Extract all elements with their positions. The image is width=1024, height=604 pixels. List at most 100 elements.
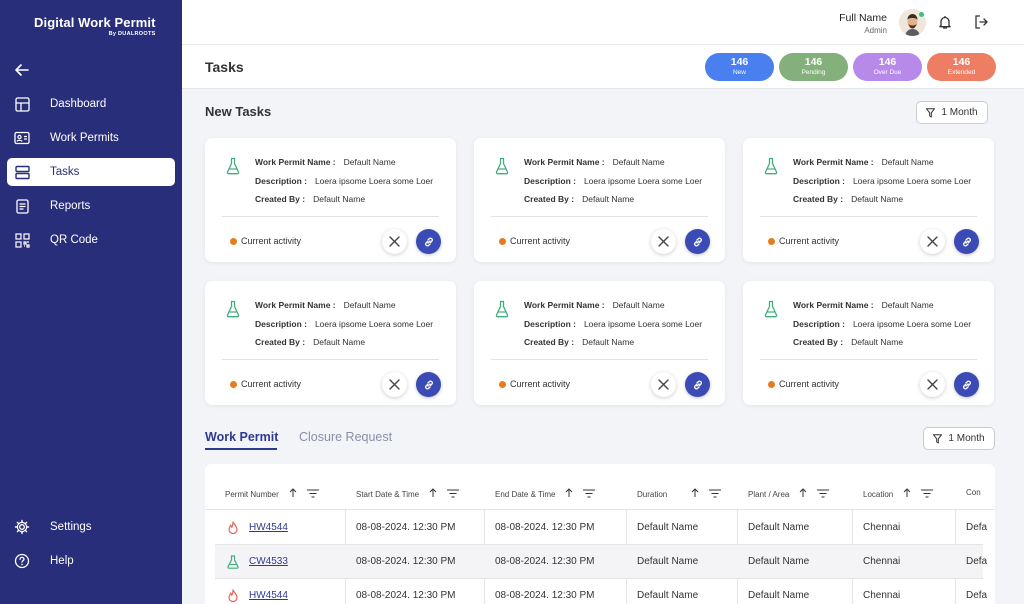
sidebar-item-reports[interactable]: Reports	[7, 192, 175, 220]
column-filter-icon[interactable]	[709, 489, 722, 500]
stat-pending-badge[interactable]: 146 Pending	[779, 53, 848, 81]
flask-icon	[764, 300, 778, 318]
description-label: Description :	[524, 176, 576, 186]
column-filter-icon[interactable]	[921, 489, 934, 500]
column-label: Plant / Area	[748, 489, 790, 499]
link-button[interactable]	[685, 229, 710, 254]
status-dot	[499, 380, 506, 388]
created-by-value: Default Name	[851, 337, 904, 347]
reject-button[interactable]	[382, 372, 407, 397]
card-divider	[491, 359, 708, 360]
column-filter-icon[interactable]	[306, 489, 319, 500]
stat-overdue-badge[interactable]: 146 Over Due	[853, 53, 922, 81]
link-icon	[693, 380, 702, 389]
card-divider	[760, 359, 977, 360]
card-divider	[222, 359, 439, 360]
filter-label: 1 Month	[948, 433, 985, 444]
con-cell: Defa	[966, 590, 988, 601]
table-row[interactable]: CW4533 08-08-2024. 12:30 PM 08-08-2024. …	[215, 545, 987, 579]
status-dot	[768, 380, 775, 388]
reject-button[interactable]	[920, 229, 945, 254]
description-value: Loera ipsome Loera some Loer	[852, 319, 972, 329]
flask-icon	[495, 300, 509, 318]
permit-number-link[interactable]: HW4544	[249, 522, 288, 533]
stat-label: Pending	[801, 69, 826, 76]
tab-closure-request[interactable]: Closure Request	[299, 430, 392, 444]
duration-cell: Default Name	[637, 590, 699, 601]
brand-subtitle: By DUALROOTS	[108, 31, 156, 37]
task-card: Work Permit Name : Default Name Descripti…	[205, 281, 456, 405]
reject-button[interactable]	[651, 229, 676, 254]
sort-arrow-icon[interactable]	[289, 488, 297, 500]
permit-name-value: Default Name	[343, 300, 396, 310]
reject-button[interactable]	[651, 372, 676, 397]
sidebar-item-work-permits[interactable]: Work Permits	[7, 124, 175, 152]
qr-code-icon	[14, 232, 30, 248]
reject-button[interactable]	[920, 372, 945, 397]
back-arrow-icon[interactable]	[13, 61, 31, 79]
user-name: Full Name	[839, 12, 887, 24]
column-label: Start Date & Time	[356, 489, 420, 499]
table-month-filter[interactable]: 1 Month	[923, 427, 995, 450]
activity-label: Current activity	[510, 379, 571, 389]
column-filter-icon[interactable]	[447, 489, 460, 500]
link-icon	[424, 237, 433, 246]
link-button[interactable]	[416, 229, 441, 254]
column-filter-icon[interactable]	[583, 489, 596, 500]
column-label: Duration	[637, 489, 668, 499]
sort-arrow-icon[interactable]	[565, 488, 573, 500]
new-tasks-month-filter[interactable]: 1 Month	[916, 101, 988, 124]
flask-icon	[226, 157, 240, 175]
active-tab-indicator	[205, 448, 277, 450]
sidebar-item-label: Reports	[50, 200, 91, 212]
permit-name-label: Work Permit Name :	[524, 157, 605, 167]
sidebar: Digital Work Permit By DUALROOTS Dashboa…	[0, 0, 182, 604]
permit-name-label: Work Permit Name :	[793, 300, 874, 310]
link-button[interactable]	[416, 372, 441, 397]
created-by-value: Default Name	[313, 194, 366, 204]
table-row[interactable]: HW4544 08-08-2024. 12:30 PM 08-08-2024. …	[215, 579, 987, 604]
sidebar-item-qr-code[interactable]: QR Code	[7, 226, 175, 254]
description-value: Loera ipsome Loera some Loer	[583, 176, 703, 186]
online-status-dot	[919, 12, 924, 17]
location-cell: Chennai	[863, 522, 901, 533]
link-button[interactable]	[685, 372, 710, 397]
activity-label: Current activity	[241, 379, 302, 389]
column-filter-icon[interactable]	[817, 489, 830, 500]
sidebar-item-dashboard[interactable]: Dashboard	[7, 90, 175, 118]
logout-icon[interactable]	[973, 14, 989, 30]
sidebar-item-label: Help	[50, 555, 74, 567]
link-button[interactable]	[954, 372, 979, 397]
table-row[interactable]: HW4544 08-08-2024. 12:30 PM 08-08-2024. …	[215, 511, 987, 545]
column-label: End Date & Time	[495, 489, 556, 499]
sidebar-item-settings[interactable]: Settings	[7, 513, 175, 541]
description-value: Loera ipsome Loera some Loer	[583, 319, 703, 329]
sort-arrow-icon[interactable]	[691, 488, 699, 500]
reject-button[interactable]	[382, 229, 407, 254]
sort-arrow-icon[interactable]	[903, 488, 911, 500]
task-card: Work Permit Name : Default Name Descripti…	[743, 281, 994, 405]
column-header-duration: Duration	[637, 488, 722, 500]
sidebar-item-help[interactable]: Help	[7, 547, 175, 575]
brand-title: Digital Work Permit	[34, 15, 156, 30]
created-by-label: Created By :	[793, 194, 844, 204]
permit-number-link[interactable]: HW4544	[249, 590, 288, 601]
column-label: Permit Number	[225, 489, 279, 499]
link-icon	[962, 380, 971, 389]
bell-icon[interactable]	[937, 14, 953, 30]
sort-arrow-icon[interactable]	[429, 488, 437, 500]
dashboard-icon	[14, 96, 30, 112]
tab-work-permit[interactable]: Work Permit	[205, 430, 278, 444]
status-dot	[230, 380, 237, 388]
permit-number-link[interactable]: CW4533	[249, 556, 288, 567]
link-button[interactable]	[954, 229, 979, 254]
stat-label: New	[732, 69, 746, 76]
help-icon	[14, 553, 30, 569]
description-value: Loera ipsome Loera some Loer	[314, 176, 434, 186]
stat-extended-badge[interactable]: 146 Extended	[927, 53, 996, 81]
sidebar-item-tasks[interactable]: Tasks	[7, 158, 175, 186]
sort-arrow-icon[interactable]	[799, 488, 807, 500]
column-header-start-date: Start Date & Time	[356, 488, 460, 500]
stat-new-badge[interactable]: 146 New	[705, 53, 774, 81]
description-label: Description :	[793, 176, 845, 186]
